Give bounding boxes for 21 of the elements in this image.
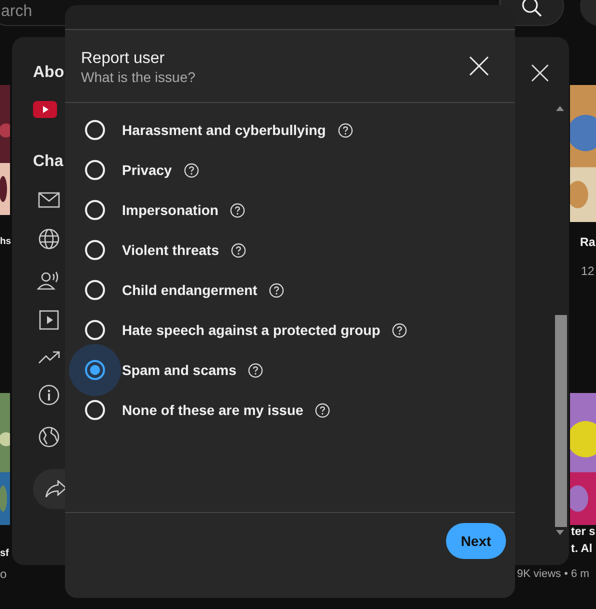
option-label[interactable]: Impersonation xyxy=(122,202,218,218)
option-label[interactable]: Harassment and cyberbullying xyxy=(122,122,326,138)
option-label[interactable]: Hate speech against a protected group xyxy=(122,322,380,338)
video-text: o xyxy=(0,567,7,581)
video-text: hs xyxy=(0,236,12,247)
panel-heading: Cha xyxy=(33,153,64,171)
dialog-title: Report user xyxy=(81,50,166,68)
next-button[interactable]: Next xyxy=(446,523,506,559)
video-text: ter s xyxy=(571,526,596,538)
option-label[interactable]: Spam and scams xyxy=(122,362,236,378)
option-label[interactable]: Privacy xyxy=(122,162,172,178)
video-text: 12 xyxy=(581,264,594,278)
video-text: t. Al xyxy=(571,543,592,555)
option-label[interactable]: Violent threats xyxy=(122,242,219,258)
dialog-subtitle: What is the issue? xyxy=(81,68,196,84)
video-text: Ra xyxy=(580,235,596,249)
option-label[interactable]: Child endangerment xyxy=(122,282,258,298)
panel-heading: Abo xyxy=(33,64,64,82)
option-label[interactable]: None of these are my issue xyxy=(122,402,304,418)
video-text: sf xyxy=(0,548,9,559)
video-text: 9K views • 6 m xyxy=(517,568,590,580)
